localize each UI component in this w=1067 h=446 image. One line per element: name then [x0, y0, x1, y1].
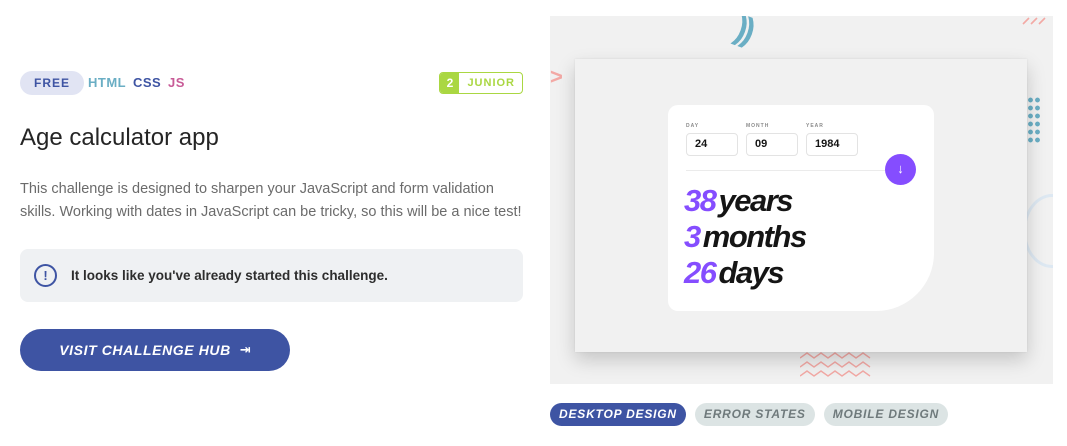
free-badge: FREE — [20, 71, 85, 95]
months-unit: months — [702, 219, 807, 254]
arrow-down-icon: ↓ — [885, 154, 916, 185]
dots-decoration — [1027, 96, 1041, 144]
tab-mobile-design[interactable]: MOBILE DESIGN — [823, 403, 949, 426]
language-html: HTML — [88, 75, 127, 90]
month-label: MONTH — [746, 123, 770, 129]
language-css: CSS — [133, 75, 162, 90]
difficulty-badge: 2 JUNIOR — [439, 72, 523, 94]
tab-desktop-design[interactable]: DESKTOP DESIGN — [550, 403, 686, 426]
started-notice: ! It looks like you've already started t… — [20, 249, 523, 302]
age-calculator-card: DAY 24 MONTH 09 YEAR 1984 ↓ 38years 3mon… — [668, 105, 934, 311]
day-field: DAY 24 — [686, 123, 738, 156]
quote-marks-decoration: )) — [730, 16, 757, 50]
months-number: 3 — [684, 219, 701, 254]
result-days: 26days — [684, 255, 785, 291]
visit-challenge-hub-button[interactable]: VISIT CHALLENGE HUB ⇥ — [20, 329, 290, 371]
lines-decoration — [1022, 17, 1046, 25]
challenge-title: Age calculator app — [20, 124, 219, 151]
language-js: JS — [168, 75, 185, 90]
month-value: 09 — [746, 133, 798, 156]
years-unit: years — [718, 183, 793, 218]
enter-arrow-icon: ⇥ — [239, 342, 251, 357]
result-years: 38years — [684, 183, 794, 219]
result-months: 3months — [684, 219, 807, 255]
button-label: VISIT CHALLENGE HUB — [59, 342, 231, 358]
difficulty-number: 2 — [440, 73, 460, 93]
year-value: 1984 — [806, 133, 858, 156]
days-number: 26 — [684, 255, 717, 290]
month-field: MONTH 09 — [746, 123, 798, 156]
years-number: 38 — [684, 183, 717, 218]
day-label: DAY — [686, 123, 700, 129]
tab-error-states[interactable]: ERROR STATES — [694, 403, 815, 426]
notice-text: It looks like you've already started thi… — [71, 268, 388, 283]
difficulty-name: JUNIOR — [467, 77, 515, 89]
design-tabs: DESKTOP DESIGN ERROR STATES MOBILE DESIG… — [550, 403, 949, 426]
caret-decoration: > — [550, 64, 563, 89]
design-preview[interactable]: )) > DAY 24 MONTH 09 YEAR 1984 ↓ 38years… — [550, 16, 1053, 384]
days-unit: days — [718, 255, 784, 290]
challenge-tags: FREE HTML CSS JS 2 JUNIOR — [20, 71, 523, 95]
day-value: 24 — [686, 133, 738, 156]
year-label: YEAR — [806, 123, 824, 129]
challenge-description: This challenge is designed to sharpen yo… — [20, 181, 522, 220]
exclamation-circle-icon: ! — [34, 264, 57, 287]
year-field: YEAR 1984 — [806, 123, 858, 156]
circle-decoration — [1023, 194, 1053, 268]
divider — [686, 170, 896, 171]
zigzag-decoration — [800, 352, 871, 377]
